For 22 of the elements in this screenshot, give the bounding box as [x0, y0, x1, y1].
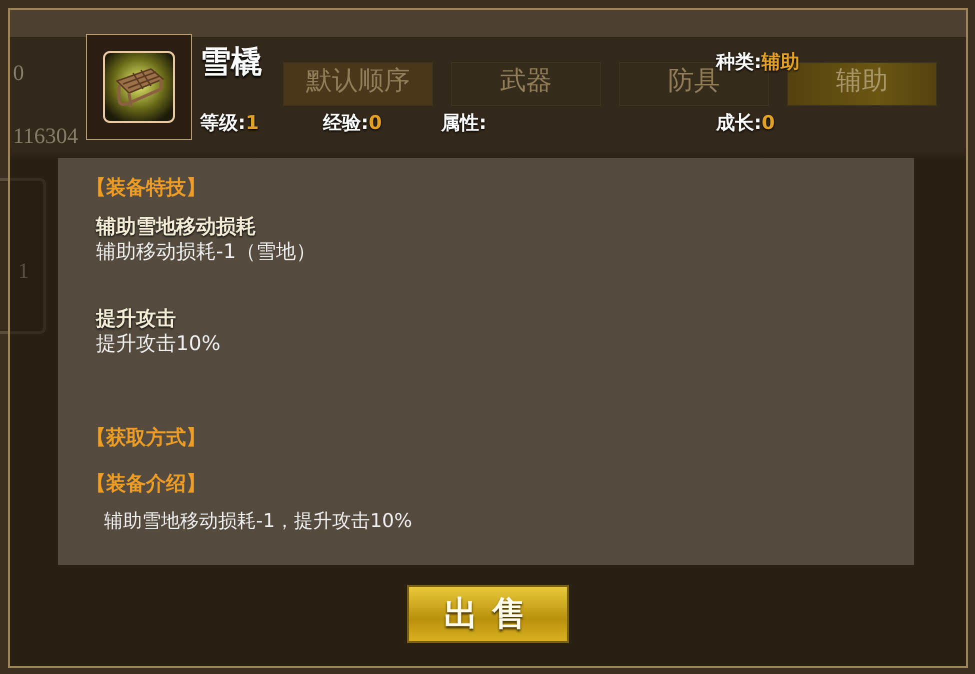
filter-tab[interactable]: 武器	[451, 62, 601, 106]
stat-value: 0	[762, 112, 775, 134]
item-description: 辅助雪地移动损耗-1，提升攻击10%	[103, 509, 414, 534]
stat-value: 0	[368, 112, 382, 134]
item-name: 雪橇	[200, 43, 262, 82]
skill-name: 辅助雪地移动损耗	[96, 214, 257, 238]
section-heading: 【装备介绍】	[86, 470, 207, 496]
filter-tab[interactable]: 默认顺序	[283, 62, 433, 106]
background-text: 0	[13, 60, 24, 86]
background-text: 116304	[13, 123, 78, 149]
stat-label: 经验:	[323, 112, 369, 134]
skill-description: 提升攻击10%	[96, 330, 222, 356]
sled-icon	[103, 51, 175, 123]
stat-label: 属性:	[441, 112, 487, 134]
skill-name: 提升攻击	[96, 306, 177, 330]
skill-description: 辅助移动损耗-1（雪地）	[96, 238, 317, 264]
section-heading: 【装备特技】	[86, 174, 207, 200]
section-heading: 【获取方式】	[86, 424, 207, 450]
sell-button[interactable]: 出售	[407, 585, 569, 643]
stat-label: 等级:	[200, 112, 246, 134]
stat-label: 成长:	[716, 112, 762, 134]
stat-value: 1	[246, 112, 259, 134]
